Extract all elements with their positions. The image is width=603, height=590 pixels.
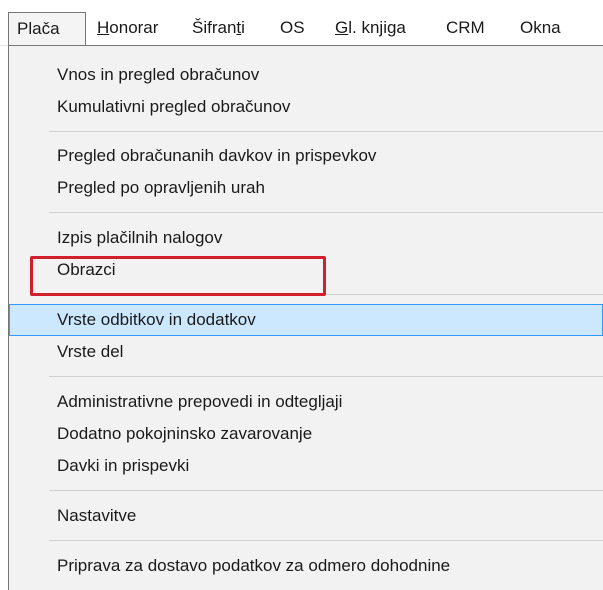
menu-os[interactable]: OS: [280, 12, 305, 44]
menu-item-vnos-in-pregled-obracunov[interactable]: Vnos in pregled obračunov: [9, 59, 603, 91]
menu-item-izpis-placilnih-nalogov[interactable]: Izpis plačilnih nalogov: [9, 222, 603, 254]
menu-item-kumulativni-pregled-obracunov[interactable]: Kumulativni pregled obračunov: [9, 91, 603, 123]
menu-okna[interactable]: Okna: [520, 12, 561, 44]
menu-item-vrste-del[interactable]: Vrste del: [9, 336, 603, 368]
menu-item-administrativne-prepovedi[interactable]: Administrativne prepovedi in odtegljaji: [9, 386, 603, 418]
menu-item-nastavitve[interactable]: Nastavitve: [9, 500, 603, 532]
menu-item-priprava-za-dostavo-podatkov[interactable]: Priprava za dostavo podatkov za odmero d…: [9, 550, 603, 582]
menu-separator: [49, 490, 603, 491]
menu-item-davki-in-prispevki[interactable]: Davki in prispevki: [9, 450, 603, 482]
placa-dropdown-menu: Vnos in pregled obračunov Kumulativni pr…: [8, 45, 603, 590]
menu-item-pregled-po-opravljenih-urah[interactable]: Pregled po opravljenih urah: [9, 172, 603, 204]
menu-separator: [49, 294, 603, 295]
menu-item-vrste-odbitkov-in-dodatkov[interactable]: Vrste odbitkov in dodatkov: [9, 304, 603, 336]
menu-separator: [49, 540, 603, 541]
menu-sifranti[interactable]: Šifranti: [192, 12, 245, 44]
menu-separator: [49, 212, 603, 213]
menu-crm[interactable]: CRM: [446, 12, 485, 44]
menu-separator: [49, 376, 603, 377]
menu-gl-knjiga[interactable]: Gl. knjiga: [335, 12, 406, 44]
menu-item-pregled-obracunanih-davkov[interactable]: Pregled obračunanih davkov in prispevkov: [9, 140, 603, 172]
menu-item-obrazci[interactable]: Obrazci: [9, 254, 603, 286]
menu-item-dodatno-pokojninsko-zavarovanje[interactable]: Dodatno pokojninsko zavarovanje: [9, 418, 603, 450]
menu-placa[interactable]: Plača: [8, 12, 86, 46]
menu-bar: Plača Honorar Šifranti OS Gl. knjiga CRM…: [0, 0, 603, 46]
menu-honorar[interactable]: Honorar: [97, 12, 158, 44]
menu-separator: [49, 131, 603, 132]
